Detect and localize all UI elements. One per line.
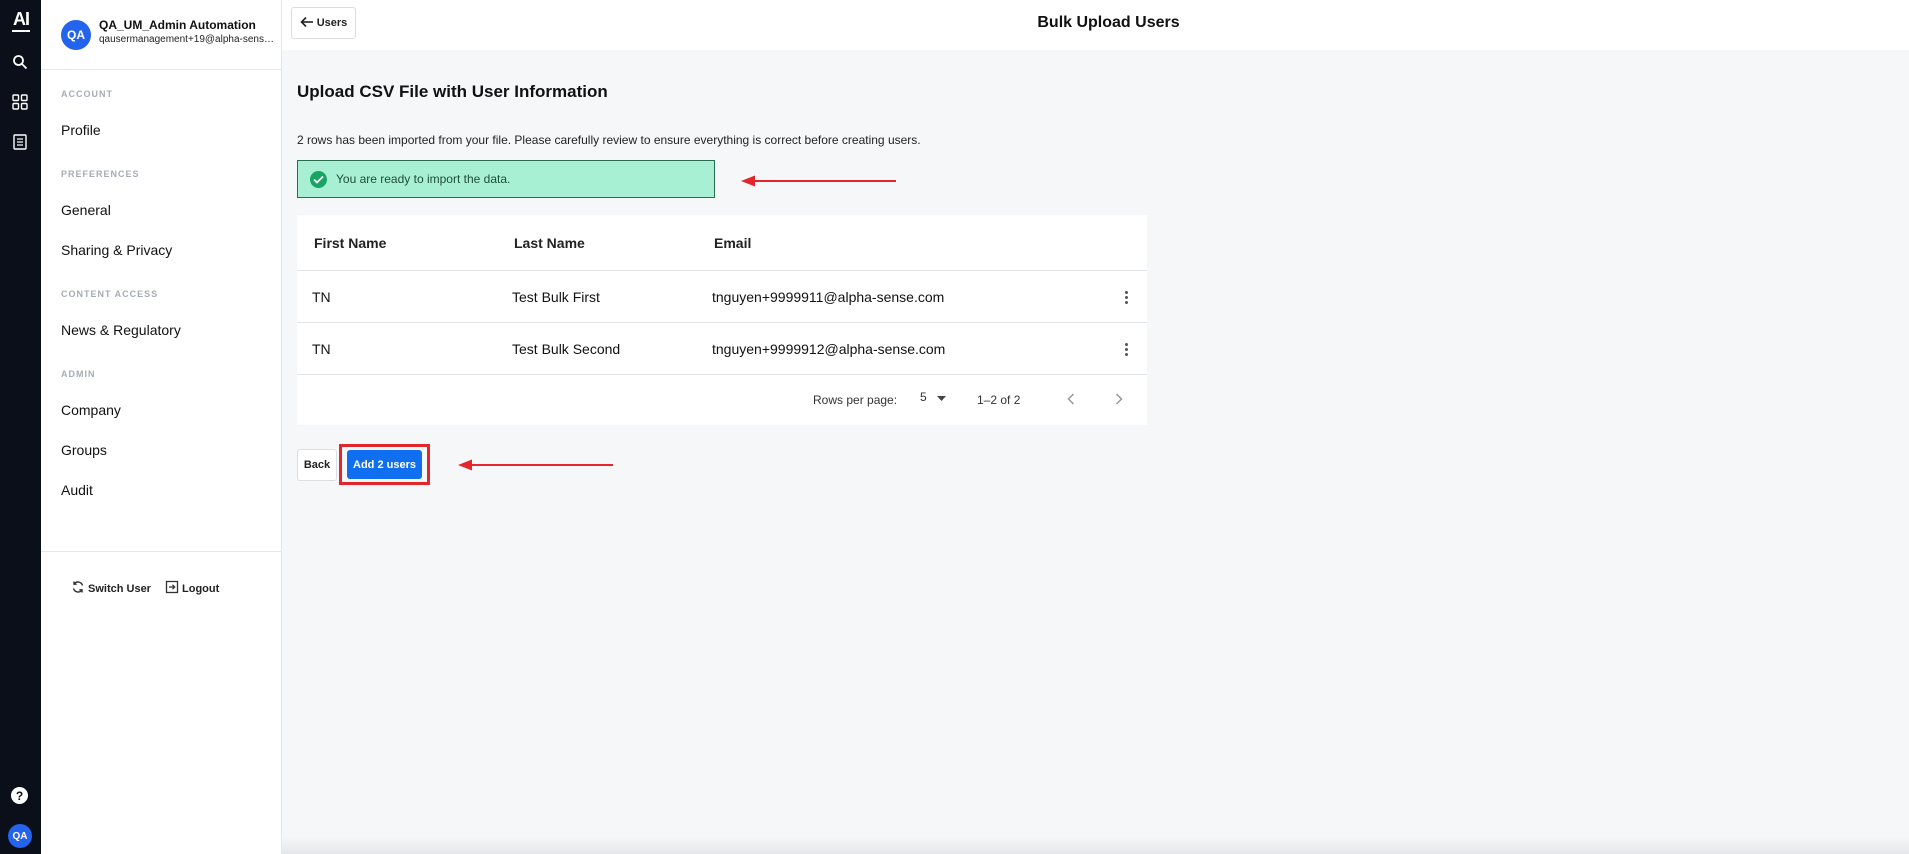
users-preview-table: First Name Last Name Email TN Test Bulk … <box>297 215 1147 425</box>
rows-per-page-label: Rows per page: <box>813 393 898 407</box>
user-email: qausermanagement+19@alpha-sense.com <box>99 34 279 45</box>
logo-text: AI <box>13 9 30 29</box>
back-button[interactable]: Back <box>297 449 337 481</box>
import-info-text: 2 rows has been imported from your file.… <box>297 133 921 147</box>
search-icon[interactable] <box>8 50 32 74</box>
avatar-initials: QA <box>67 28 85 42</box>
cell-email: tnguyen+9999911@alpha-sense.com <box>712 289 945 305</box>
document-icon[interactable] <box>8 130 32 154</box>
logout-icon <box>165 580 179 597</box>
chevron-left-icon[interactable] <box>1061 389 1081 409</box>
avatar: QA <box>61 20 91 50</box>
help-icon[interactable]: ? <box>11 787 28 804</box>
column-header-first-name[interactable]: First Name <box>314 235 386 251</box>
sidebar-item-news-regulatory[interactable]: News & Regulatory <box>61 322 181 338</box>
table-row: TN Test Bulk First tnguyen+9999911@alpha… <box>297 271 1147 323</box>
cell-email: tnguyen+9999912@alpha-sense.com <box>712 341 946 357</box>
help-glyph: ? <box>15 788 24 803</box>
section-label-preferences: PREFERENCES <box>61 169 140 179</box>
switch-user-icon <box>71 580 85 597</box>
logout-label: Logout <box>182 582 220 595</box>
chevron-right-icon[interactable] <box>1109 389 1129 409</box>
cell-last-name: Test Bulk First <box>512 289 600 305</box>
upload-section-title: Upload CSV File with User Information <box>297 82 608 101</box>
sidebar-divider <box>41 551 281 552</box>
caret-down-icon <box>936 390 946 404</box>
app-logo[interactable]: AI <box>8 9 34 32</box>
sidebar-item-groups[interactable]: Groups <box>61 442 107 458</box>
cell-first-name: TN <box>312 341 331 357</box>
rows-per-page-value: 5 <box>920 390 927 404</box>
user-name: QA_UM_Admin Automation <box>99 18 256 32</box>
rows-per-page-select[interactable]: 5 <box>920 390 946 404</box>
success-banner: You are ready to import the data. <box>297 160 715 198</box>
cell-last-name: Test Bulk Second <box>512 341 621 357</box>
page-header: Users Bulk Upload Users <box>282 0 1909 50</box>
logout-button[interactable]: Logout <box>165 580 219 597</box>
column-header-last-name[interactable]: Last Name <box>514 235 585 251</box>
rail-avatar[interactable]: QA <box>8 824 32 848</box>
rail-avatar-initials: QA <box>12 830 28 842</box>
sidebar-item-audit[interactable]: Audit <box>61 482 93 498</box>
annotation-arrow-icon <box>458 459 613 471</box>
annotation-arrow-icon <box>741 175 896 187</box>
section-label-content-access: CONTENT ACCESS <box>61 289 159 299</box>
sidebar-item-sharing-privacy[interactable]: Sharing & Privacy <box>61 242 172 258</box>
sidebar-item-general[interactable]: General <box>61 202 111 218</box>
add-users-button[interactable]: Add 2 users <box>347 450 422 479</box>
more-vertical-icon[interactable] <box>1122 287 1130 307</box>
switch-user-button[interactable]: Switch User <box>71 580 151 597</box>
more-vertical-icon[interactable] <box>1122 339 1130 359</box>
pagination-range: 1–2 of 2 <box>977 393 1021 407</box>
success-message: You are ready to import the data. <box>336 172 511 186</box>
settings-sidebar: QA QA_UM_Admin Automation qausermanageme… <box>41 0 282 854</box>
user-profile-block: QA QA_UM_Admin Automation qausermanageme… <box>41 0 281 70</box>
sidebar-item-company[interactable]: Company <box>61 402 121 418</box>
page-bottom-shade <box>282 836 1909 854</box>
table-row: TN Test Bulk Second tnguyen+9999912@alph… <box>297 323 1147 375</box>
section-label-account: ACCOUNT <box>61 89 113 99</box>
section-label-admin: ADMIN <box>61 369 96 379</box>
page-title: Bulk Upload Users <box>1037 14 1180 31</box>
table-header: First Name Last Name Email <box>297 215 1147 271</box>
check-circle-icon <box>310 170 327 188</box>
grid-icon[interactable] <box>8 90 32 114</box>
sidebar-item-profile[interactable]: Profile <box>61 122 101 138</box>
app-rail: AI ? QA <box>0 0 41 854</box>
column-header-email[interactable]: Email <box>714 235 751 251</box>
switch-user-label: Switch User <box>88 582 151 595</box>
cell-first-name: TN <box>312 289 331 305</box>
